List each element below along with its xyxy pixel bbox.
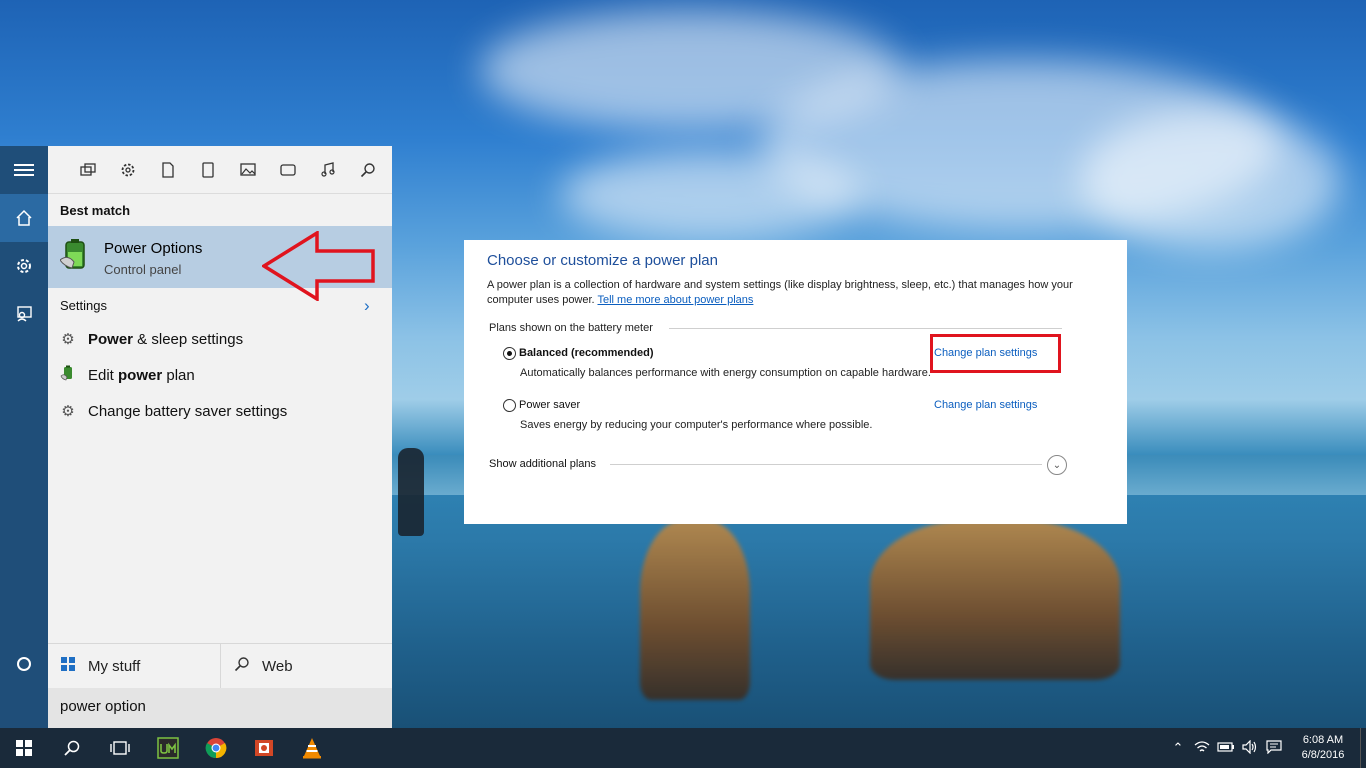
- balanced-plan-name: Balanced (recommended): [519, 347, 654, 359]
- runner-figure: [398, 448, 424, 536]
- page-title: Choose or customize a power plan: [487, 252, 718, 269]
- power-options-icon: [59, 238, 92, 272]
- search-filter-bar: [48, 146, 392, 194]
- show-additional-plans-label[interactable]: Show additional plans: [489, 458, 596, 470]
- result-battery-saver-settings[interactable]: ⚙ Change battery saver settings: [60, 398, 287, 424]
- video-icon[interactable]: [268, 146, 308, 194]
- taskbar-clock[interactable]: 6:08 AM 6/8/2016: [1286, 733, 1360, 763]
- start-left-rail: [0, 146, 48, 728]
- search-icon[interactable]: [48, 728, 96, 768]
- settings-icon[interactable]: [108, 146, 148, 194]
- battery-icon: [60, 365, 76, 385]
- windows-logo-icon: [60, 656, 76, 676]
- chevron-down-icon[interactable]: ⌄: [1047, 455, 1067, 475]
- scope-web-button[interactable]: Web: [234, 644, 293, 688]
- um-app-icon[interactable]: [144, 728, 192, 768]
- photos-icon[interactable]: [228, 146, 268, 194]
- scope-my-stuff-button[interactable]: My stuff: [60, 644, 140, 688]
- plans-heading: Plans shown on the battery meter: [489, 322, 653, 334]
- power-plan-description: A power plan is a collection of hardware…: [487, 279, 1073, 306]
- document-icon[interactable]: [148, 146, 188, 194]
- clock-time: 6:08 AM: [1302, 734, 1344, 746]
- clock-date: 6/8/2016: [1301, 749, 1345, 761]
- power-saver-plan-description: Saves energy by reducing your computer's…: [520, 419, 873, 431]
- gear-icon[interactable]: [0, 242, 48, 290]
- powerpoint-icon[interactable]: [240, 728, 288, 768]
- power-options-window: Choose or customize a power plan A power…: [464, 240, 1127, 524]
- show-desktop-button[interactable]: [1360, 728, 1366, 768]
- feedback-icon[interactable]: [0, 290, 48, 338]
- music-icon[interactable]: [308, 146, 348, 194]
- best-match-subtitle: Control panel: [104, 262, 182, 277]
- windows-start-icon[interactable]: [0, 728, 48, 768]
- wifi-icon[interactable]: [1190, 740, 1214, 757]
- tablet-icon[interactable]: [188, 146, 228, 194]
- search-icon[interactable]: [348, 146, 388, 194]
- home-icon[interactable]: [0, 194, 48, 242]
- cortana-circle-icon[interactable]: [0, 640, 48, 688]
- balanced-plan-description: Automatically balances performance with …: [520, 367, 931, 379]
- action-center-icon[interactable]: [1262, 739, 1286, 757]
- power-saver-plan-name: Power saver: [519, 399, 581, 411]
- gear-icon: ⚙: [61, 331, 75, 348]
- best-match-heading: Best match: [60, 203, 131, 218]
- additional-plans-divider: [610, 464, 1042, 465]
- search-input[interactable]: power option: [48, 688, 392, 728]
- search-icon: [234, 656, 250, 676]
- best-match-title: Power Options: [104, 240, 203, 257]
- hamburger-icon[interactable]: [0, 146, 48, 194]
- settings-heading: Settings: [60, 298, 107, 313]
- taskbar: ⌃ 6:08 AM 6/8/2016: [0, 728, 1366, 768]
- system-tray: ⌃ 6:08 AM 6/8/2016: [1166, 728, 1366, 768]
- annotation-highlight-box: [930, 334, 1061, 373]
- result-power-sleep-settings[interactable]: ⚙ Power & sleep settings: [60, 326, 243, 352]
- power-saver-radio[interactable]: [503, 399, 516, 412]
- balanced-radio[interactable]: [503, 347, 516, 360]
- power-saver-change-plan-link[interactable]: Change plan settings: [934, 399, 1037, 411]
- battery-icon[interactable]: [1214, 741, 1238, 756]
- gear-icon: ⚙: [61, 403, 75, 420]
- chevron-up-icon[interactable]: ⌃: [1166, 740, 1190, 756]
- scope-separator: [220, 644, 221, 688]
- annotation-arrow: [262, 231, 375, 301]
- learn-more-link[interactable]: Tell me more about power plans: [597, 294, 753, 306]
- result-edit-power-plan[interactable]: Edit power plan: [60, 362, 195, 388]
- vlc-icon[interactable]: [288, 728, 336, 768]
- task-view-icon[interactable]: [96, 728, 144, 768]
- volume-icon[interactable]: [1238, 739, 1262, 757]
- plans-divider: [669, 328, 1062, 329]
- apps-icon[interactable]: [68, 146, 108, 194]
- chrome-icon[interactable]: [192, 728, 240, 768]
